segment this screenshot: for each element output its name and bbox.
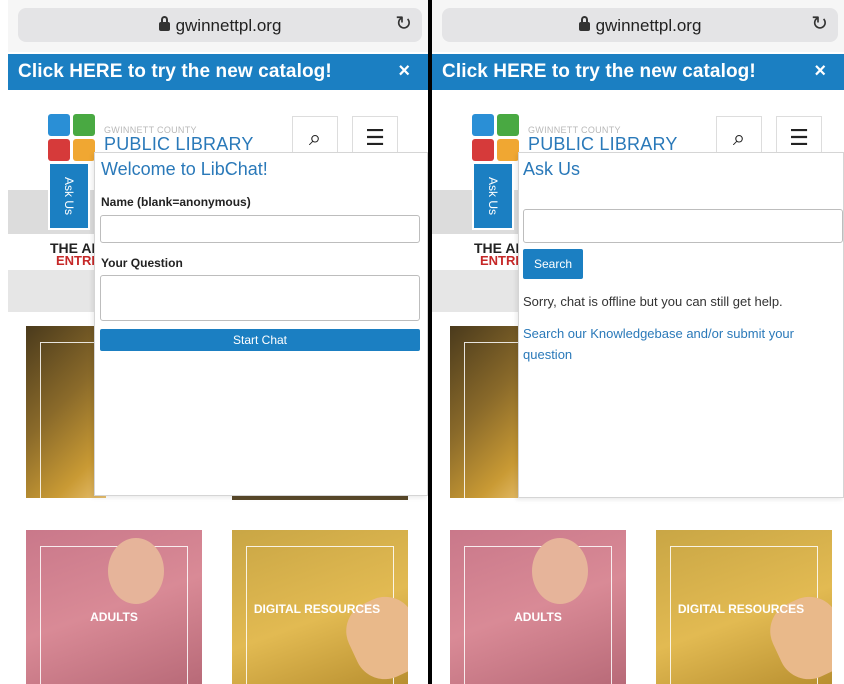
logo-tile-orange <box>497 139 519 161</box>
tile-digital[interactable]: DIGITAL RESOURCES <box>232 530 408 684</box>
tile-adults[interactable]: ADULTS <box>450 530 626 684</box>
logo-tile-green <box>497 114 519 136</box>
logo-tile-orange <box>73 139 95 161</box>
ask-us-label: Ask Us <box>486 176 500 216</box>
url-text: gwinnettpl.org <box>595 16 702 35</box>
askus-title: Ask Us <box>523 159 581 179</box>
offline-message: Sorry, chat is offline but you can still… <box>523 294 783 309</box>
adult-face <box>532 538 588 604</box>
logo-icon[interactable] <box>472 114 520 162</box>
banner-text[interactable]: Click HERE to try the new catalog! <box>442 61 756 83</box>
ask-us-tab[interactable]: Ask Us <box>48 162 90 230</box>
tile-adults[interactable]: ADULTS <box>26 530 202 684</box>
close-icon[interactable]: × <box>398 60 410 83</box>
tile-adults-label: ADULTS <box>514 610 562 624</box>
right-screen: gwinnettpl.org ↻ Click HERE to try the n… <box>432 0 844 684</box>
logo-tile-red <box>472 139 494 161</box>
tile-digital-label: DIGITAL RESOURCES <box>677 602 805 616</box>
logo-tile-green <box>73 114 95 136</box>
kb-search-input[interactable] <box>523 209 843 243</box>
browser-chrome: gwinnettpl.org ↻ <box>432 0 844 52</box>
banner-text[interactable]: Click HERE to try the new catalog! <box>18 61 332 83</box>
askus-widget: Ask Us Search Sorry, chat is offline but… <box>518 152 844 498</box>
search-button[interactable]: Search <box>523 249 583 279</box>
ask-us-label: Ask Us <box>62 176 76 216</box>
question-input[interactable] <box>100 275 420 321</box>
url-bar[interactable]: gwinnettpl.org ↻ <box>18 8 422 42</box>
question-label: Your Question <box>101 256 183 270</box>
left-screen: gwinnettpl.org ↻ Click HERE to try the n… <box>8 0 428 684</box>
reload-icon[interactable]: ↻ <box>811 14 828 34</box>
logo-tile-blue <box>472 114 494 136</box>
name-input[interactable] <box>100 215 420 243</box>
lock-icon <box>158 16 170 31</box>
libchat-title: Welcome to LibChat! <box>101 159 268 179</box>
url-bar[interactable]: gwinnettpl.org ↻ <box>442 8 838 42</box>
logo-tile-red <box>48 139 70 161</box>
close-icon[interactable]: × <box>814 60 826 83</box>
tile-digital[interactable]: DIGITAL RESOURCES <box>656 530 832 684</box>
browser-chrome: gwinnettpl.org ↻ <box>8 0 428 52</box>
logo-tile-blue <box>48 114 70 136</box>
reload-icon[interactable]: ↻ <box>395 14 412 34</box>
logo-icon[interactable] <box>48 114 96 162</box>
knowledgebase-link[interactable]: Search our Knowledgebase and/or submit y… <box>523 323 841 365</box>
start-chat-button[interactable]: Start Chat <box>100 329 420 351</box>
tile-digital-label: DIGITAL RESOURCES <box>253 602 381 616</box>
name-label: Name (blank=anonymous) <box>101 195 251 209</box>
tile-adults-label: ADULTS <box>90 610 138 624</box>
url-text: gwinnettpl.org <box>175 16 282 35</box>
catalog-banner[interactable]: Click HERE to try the new catalog! × <box>432 54 844 90</box>
ask-us-tab[interactable]: Ask Us <box>472 162 514 230</box>
adult-face <box>108 538 164 604</box>
libchat-widget: Welcome to LibChat! Name (blank=anonymou… <box>94 152 428 496</box>
catalog-banner[interactable]: Click HERE to try the new catalog! × <box>8 54 428 90</box>
lock-icon <box>578 16 590 31</box>
